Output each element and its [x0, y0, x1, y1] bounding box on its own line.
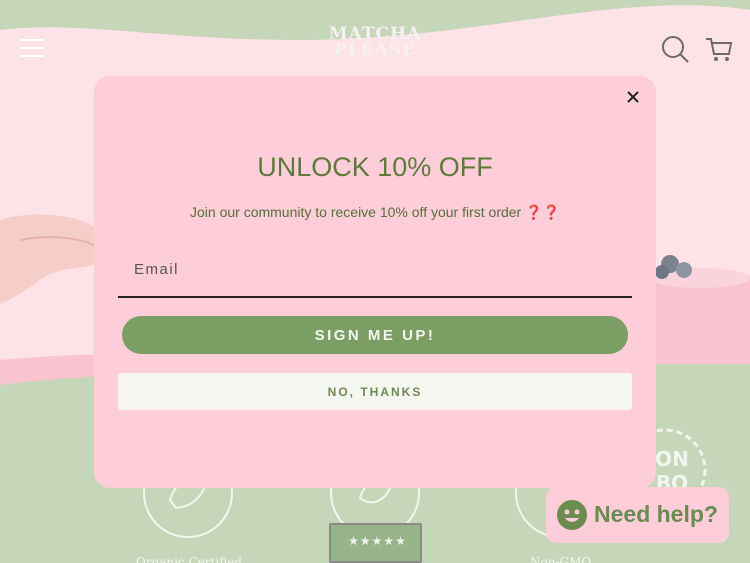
no-thanks-button[interactable]: NO, THANKS: [118, 373, 632, 410]
need-help-button[interactable]: Need help?: [546, 487, 729, 543]
feature-label-nongmo: Non-GMO: [530, 555, 592, 563]
email-field[interactable]: [118, 242, 632, 298]
cart-icon[interactable]: [704, 34, 734, 64]
popup-title: UNLOCK 10% OFF: [257, 152, 493, 182]
search-icon[interactable]: [660, 34, 690, 64]
reviews-tab[interactable]: ★★★★★: [327, 517, 424, 563]
popup-subtitle-emoji: ❓❓: [525, 204, 560, 220]
star-rating-icon: ★★★★★: [348, 534, 407, 548]
discount-popup: UNLOCK 10% OFF Join our community to rec…: [94, 76, 656, 488]
feature-label-organic: Organic Certified: [136, 555, 242, 563]
reviews-tab-box: ★★★★★: [329, 523, 422, 563]
cake-image: [650, 255, 750, 364]
logo-line-2: PLEASE: [333, 40, 417, 60]
popup-subtitle-text: Join our community to receive 10% off yo…: [190, 204, 522, 220]
sign-up-button[interactable]: SIGN ME UP!: [122, 316, 628, 354]
hamburger-menu-icon[interactable]: [18, 36, 46, 60]
close-icon[interactable]: [622, 86, 644, 108]
chat-smile-icon: [557, 500, 587, 530]
popup-subtitle: Join our community to receive 10% off yo…: [94, 204, 656, 221]
need-help-label: Need help?: [594, 501, 718, 527]
brand-logo[interactable]: MATCHA PLEASE: [320, 26, 430, 60]
organic-badge-text: ON: [655, 447, 689, 471]
